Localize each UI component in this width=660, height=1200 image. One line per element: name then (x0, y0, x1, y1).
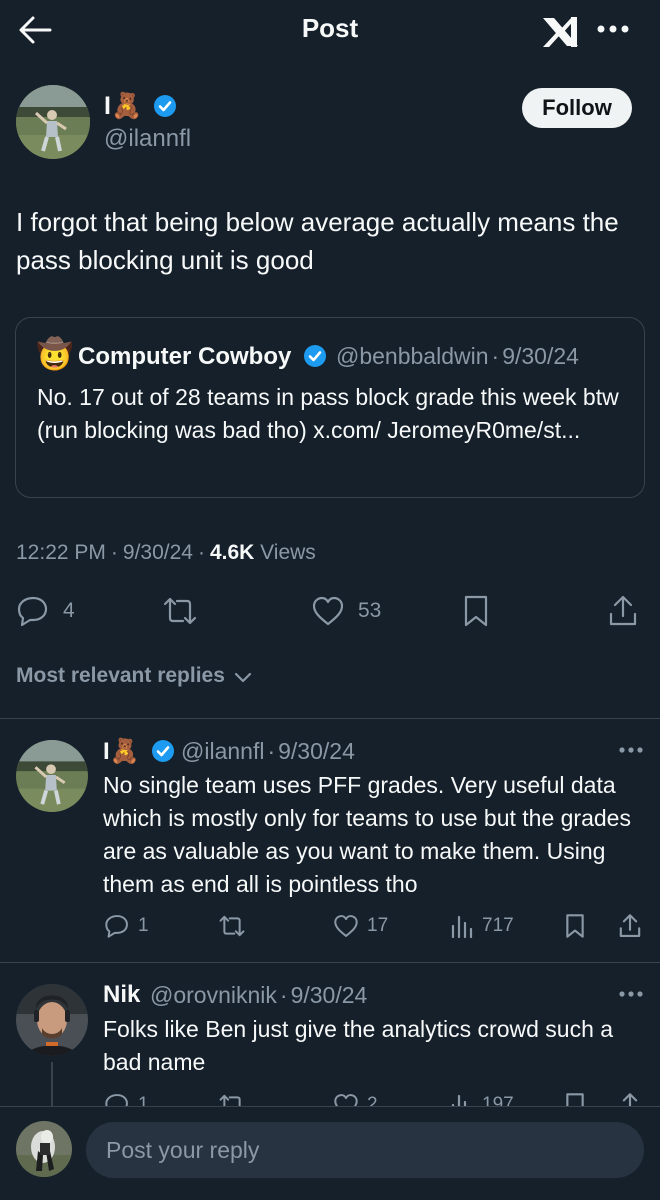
separator-dot: · (197, 541, 205, 564)
reply-input[interactable]: Post your reply (86, 1122, 644, 1178)
reply-bookmark-button[interactable] (564, 913, 586, 939)
my-avatar[interactable] (16, 1121, 72, 1177)
more-options-icon[interactable] (596, 24, 630, 34)
reply-views-button[interactable] (450, 913, 474, 939)
reply-text: No single team uses PFF grades. Very use… (103, 772, 631, 897)
quote-date[interactable]: 9/30/24 (502, 343, 579, 369)
author-name[interactable]: I🧸 (104, 92, 142, 121)
views-chart-icon (451, 915, 473, 939)
reply-like-button[interactable] (333, 913, 359, 939)
author-avatar[interactable] (16, 85, 90, 159)
share-icon (609, 595, 637, 626)
replies-sort-dropdown[interactable]: Most relevant replies (16, 664, 253, 694)
divider (0, 962, 660, 963)
separator-dot: · (267, 738, 276, 764)
separator-dot: · (279, 982, 288, 1008)
quote-avatar: 🤠 (36, 338, 74, 371)
reply-date[interactable]: 9/30/24 (278, 738, 355, 764)
like-count: 53 (358, 599, 382, 622)
reply-reply-count: 1 (138, 915, 149, 936)
reply-author-name[interactable]: I🧸 (103, 737, 140, 766)
reply-like-count: 17 (367, 915, 389, 936)
heart-icon (312, 596, 344, 626)
repost-icon (219, 915, 245, 937)
replies-sort-label: Most relevant replies (16, 664, 225, 687)
quote-text: No. 17 out of 28 teams in pass block gra… (37, 384, 619, 443)
x-logo-icon[interactable] (540, 14, 580, 50)
share-button[interactable] (608, 594, 638, 628)
verified-badge-icon (152, 740, 174, 762)
verified-badge-icon (154, 95, 176, 117)
bookmark-button[interactable] (462, 594, 490, 628)
reply-icon (17, 596, 48, 627)
reply-meta: @orovniknik · 9/30/24 (150, 982, 367, 1009)
reply-date[interactable]: 9/30/24 (291, 982, 368, 1008)
reply-views-count: 717 (482, 915, 514, 936)
repost-button[interactable] (162, 594, 198, 628)
reply-more-icon[interactable] (618, 990, 644, 998)
reply-icon (105, 915, 128, 938)
reply-more-icon[interactable] (618, 746, 644, 754)
reply-repost-button[interactable] (217, 913, 247, 939)
reply-avatar[interactable] (16, 984, 88, 1056)
reply-handle[interactable]: @orovniknik (150, 982, 277, 1008)
separator-dot: · (491, 343, 500, 369)
views-label: Views (260, 541, 316, 564)
reply-author-name[interactable]: Nik (103, 981, 140, 1009)
reply-handle[interactable]: @ilannfl (181, 738, 264, 764)
post-meta: 12:22 PM · 9/30/24 · 4.6K Views (16, 539, 316, 567)
post-text: I forgot that being below average actual… (16, 207, 619, 275)
post-time: 12:22 PM (16, 541, 106, 564)
reply-button[interactable] (16, 594, 50, 628)
follow-button[interactable]: Follow (522, 88, 632, 128)
separator-dot: · (110, 541, 118, 564)
reply-share-button[interactable] (618, 913, 642, 939)
reply-reply-button[interactable] (104, 913, 130, 939)
post-date: 9/30/24 (122, 541, 193, 564)
reply-count: 4 (63, 599, 75, 622)
reply-avatar[interactable] (16, 740, 88, 812)
chevron-down-icon (233, 671, 253, 685)
thread-line (51, 1062, 53, 1107)
bookmark-icon (566, 914, 584, 938)
quote-author-name[interactable]: Computer Cowboy (78, 343, 291, 371)
heart-icon (334, 915, 358, 937)
quote-handle[interactable]: @benbbaldwin (336, 343, 489, 369)
quote-meta: @benbbaldwin · 9/30/24 (336, 343, 579, 370)
repost-icon (163, 597, 197, 625)
divider (0, 718, 660, 719)
share-icon (619, 914, 641, 938)
reply-text: Folks like Ben just give the analytics c… (103, 1016, 614, 1075)
like-button[interactable] (311, 594, 345, 628)
bookmark-icon (464, 595, 488, 627)
reply-meta: @ilannfl · 9/30/24 (181, 738, 355, 765)
author-handle[interactable]: @ilannfl (104, 125, 191, 153)
verified-badge-icon (304, 345, 326, 367)
views-count[interactable]: 4.6K (210, 541, 254, 564)
